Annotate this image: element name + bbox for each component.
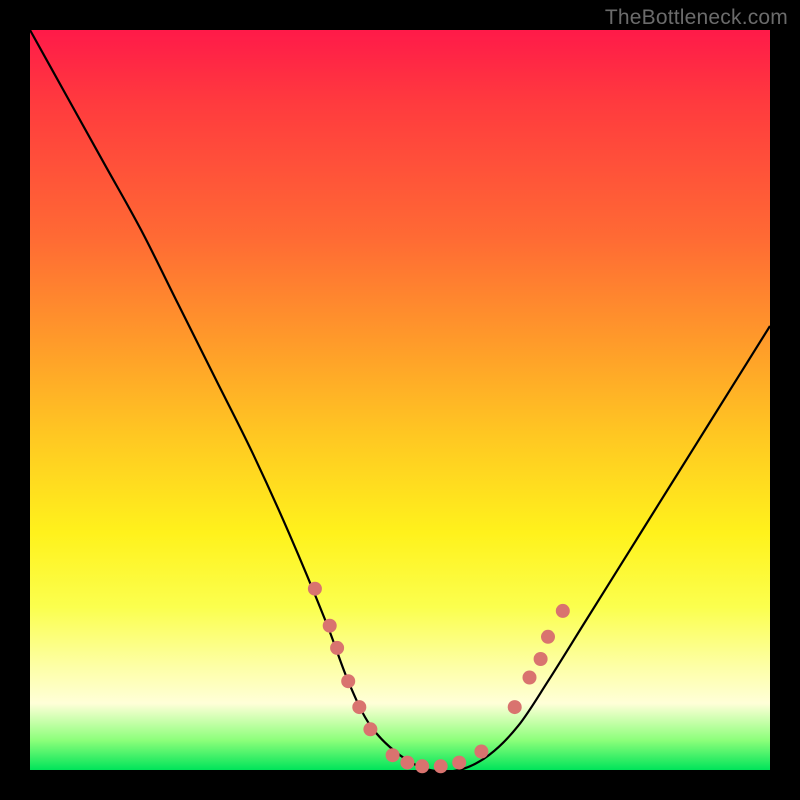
curve-markers — [308, 582, 570, 774]
curve-marker — [386, 748, 400, 762]
curve-marker — [352, 700, 366, 714]
curve-marker — [474, 745, 488, 759]
curve-marker — [415, 759, 429, 773]
curve-marker — [541, 630, 555, 644]
curve-marker — [534, 652, 548, 666]
chart-svg — [30, 30, 770, 770]
curve-marker — [363, 722, 377, 736]
chart-frame: TheBottleneck.com — [0, 0, 800, 800]
curve-marker — [508, 700, 522, 714]
curve-marker — [556, 604, 570, 618]
watermark-text: TheBottleneck.com — [605, 6, 788, 30]
chart-plot-area — [30, 30, 770, 770]
bottleneck-curve — [30, 30, 770, 772]
curve-marker — [323, 619, 337, 633]
curve-marker — [308, 582, 322, 596]
curve-marker — [523, 671, 537, 685]
curve-marker — [400, 756, 414, 770]
curve-marker — [434, 759, 448, 773]
curve-marker — [341, 674, 355, 688]
curve-marker — [330, 641, 344, 655]
curve-marker — [452, 756, 466, 770]
